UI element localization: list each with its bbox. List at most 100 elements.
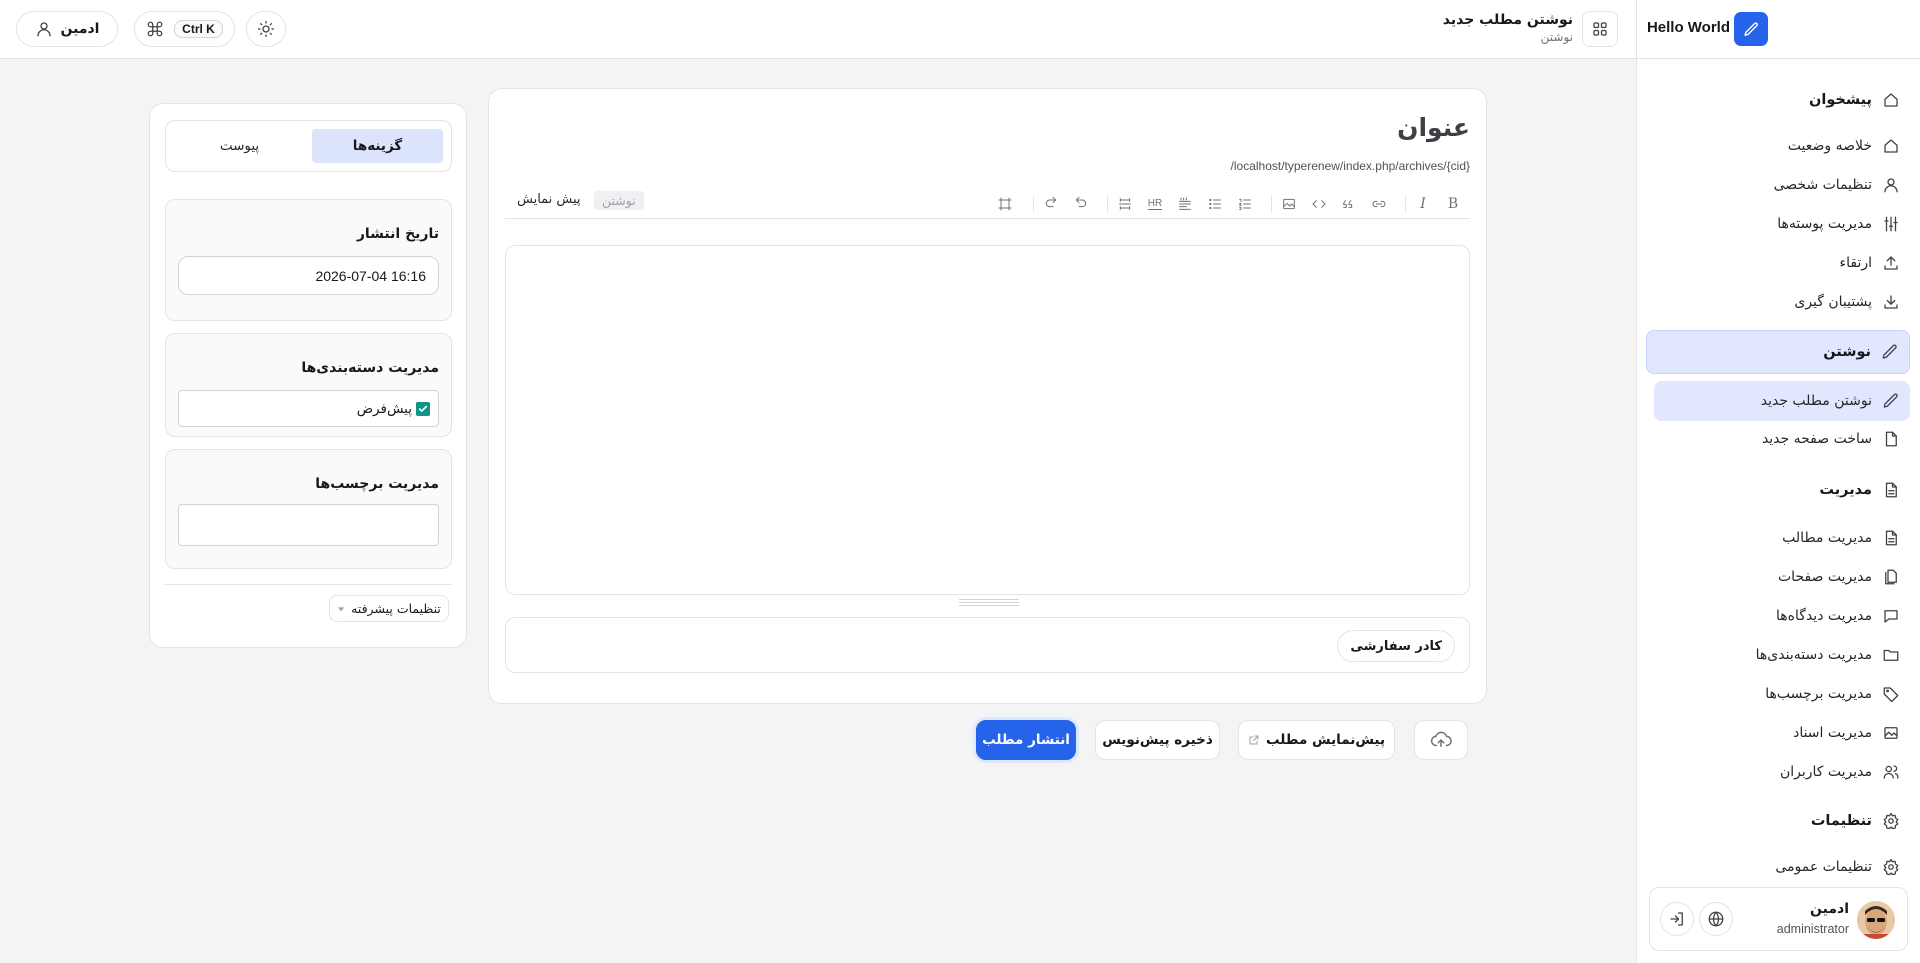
sidebar-item-11-files[interactable]: مدیریت صفحات: [1646, 557, 1910, 597]
tab-options[interactable]: گزینه‌ها: [312, 129, 443, 163]
bold-button[interactable]: B: [1444, 195, 1462, 213]
fullscreen-button[interactable]: [996, 195, 1014, 213]
sidebar-item-7-pen[interactable]: نوشتن مطلب جدید: [1654, 381, 1910, 421]
theme-toggle-button[interactable]: [246, 11, 286, 47]
autosave-button[interactable]: [1414, 720, 1468, 760]
page-title: نوشتن مطلب جدید: [1442, 12, 1573, 28]
sidebar-item-label: مدیریت برچسب‌ها: [1765, 686, 1872, 702]
logout-button[interactable]: [1660, 902, 1694, 936]
sidebar-item-14-tag[interactable]: مدیریت برچسب‌ها: [1646, 674, 1910, 714]
preview-post-button[interactable]: پیش‌نمایش مطلب: [1238, 720, 1395, 760]
user-menu-button[interactable]: ادمین: [16, 11, 118, 47]
sidebar-item-15-image[interactable]: مدیریت اسناد: [1646, 713, 1910, 753]
sidebar-item-3-sliders[interactable]: مدیریت پوسته‌ها: [1646, 204, 1910, 244]
sidebar-item-label: تنظیمات عمومی: [1775, 859, 1872, 875]
user-card: ادمین administrator: [1649, 887, 1908, 951]
more-button[interactable]: [1116, 195, 1134, 213]
category-checkbox[interactable]: [416, 401, 430, 416]
sidebar-item-10-file-text[interactable]: مدیریت مطالب: [1646, 518, 1910, 558]
preview-mode-tab[interactable]: پیش نمایش: [517, 192, 581, 207]
link-button[interactable]: [1370, 195, 1388, 213]
pen-icon: [1882, 344, 1897, 359]
sidebar-item-label: مدیریت کاربران: [1779, 764, 1872, 780]
publish-date-input[interactable]: 2026-07-04 16:16: [178, 256, 439, 295]
title-input[interactable]: عنوان: [1397, 113, 1470, 142]
heading-button[interactable]: [1176, 195, 1194, 213]
unordered-list-button[interactable]: [1206, 195, 1224, 213]
publish-date-label: تاریخ انتشار: [356, 226, 439, 242]
save-draft-button[interactable]: ذخیره پیش‌نویس: [1095, 720, 1220, 760]
sidebar-item-4-upload[interactable]: ارتقاء: [1646, 243, 1910, 283]
code-icon: [1312, 200, 1326, 208]
image-button[interactable]: [1280, 195, 1298, 213]
pen-icon: [1883, 393, 1898, 408]
brand-logo[interactable]: [1734, 12, 1768, 46]
undo-button[interactable]: [1072, 195, 1090, 213]
sidebar-item-13-folder[interactable]: مدیریت دسته‌بندی‌ها: [1646, 635, 1910, 675]
sidebar-item-8-file[interactable]: ساخت صفحه جدید: [1646, 419, 1910, 459]
sidebar-item-label: مدیریت اسناد: [1793, 725, 1872, 741]
upload-icon: [1884, 256, 1898, 270]
publish-button[interactable]: انتشار مطلب: [976, 720, 1076, 760]
tab-attachments[interactable]: پیوست: [174, 129, 305, 163]
ordered-list-button[interactable]: [1236, 195, 1254, 213]
hr-button[interactable]: HR: [1146, 195, 1164, 213]
file-text-icon: [1885, 530, 1897, 546]
publish-date-card: تاریخ انتشار 2026-07-04 16:16: [165, 199, 452, 321]
code-button[interactable]: [1310, 195, 1328, 213]
sidebar-group-0-home[interactable]: پیشخوان: [1646, 80, 1910, 120]
pen-icon: [1743, 21, 1758, 36]
content-textarea[interactable]: [505, 245, 1470, 595]
resize-handle[interactable]: [959, 597, 1019, 606]
sidebar-item-label: مدیریت پوسته‌ها: [1777, 216, 1872, 232]
fullscreen-icon: [998, 197, 1012, 211]
redo-icon: [1045, 196, 1057, 208]
redo-button[interactable]: [1042, 195, 1060, 213]
toolbar-divider: [1271, 196, 1272, 212]
file-icon: [1885, 431, 1897, 447]
undo-icon: [1075, 196, 1087, 208]
advanced-settings-button[interactable]: تنظیمات پیشرفته: [329, 595, 449, 622]
ordered-list-icon: [1239, 198, 1251, 210]
sidebar-item-1-home[interactable]: خلاصه وضعیت: [1646, 126, 1910, 166]
command-search-button[interactable]: Ctrl K: [134, 11, 235, 47]
toolbar-divider: [1405, 196, 1406, 212]
apps-grid-button[interactable]: [1582, 11, 1618, 47]
editor-toolbar: B I HR نوشتن پیش نمایش: [505, 189, 1470, 219]
sidebar-item-12-comment[interactable]: مدیریت دیدگاه‌ها: [1646, 596, 1910, 636]
sliders-icon: [1884, 216, 1898, 232]
sidebar: Hello World پیشخوان خلاصه وضعیت تنظیمات شخ…: [1636, 0, 1920, 963]
language-button[interactable]: [1699, 902, 1733, 936]
quote-button[interactable]: [1340, 195, 1358, 213]
sidebar-item-5-download[interactable]: پشتیبان گیری: [1646, 282, 1910, 322]
sidebar-item-label: مدیریت دسته‌بندی‌ها: [1755, 647, 1872, 663]
shortcut-label: Ctrl K: [174, 20, 223, 38]
tag-icon: [1883, 687, 1899, 703]
sidebar-group-9-file-text[interactable]: مدیریت: [1646, 470, 1910, 510]
sun-icon: [257, 20, 275, 38]
italic-button[interactable]: I: [1414, 195, 1432, 213]
tags-input[interactable]: [178, 504, 439, 546]
sidebar-item-label: نوشتن: [1823, 344, 1871, 360]
permalink: /localhost/typerenew/index.php/archives/…: [1230, 159, 1470, 173]
gear-icon: [1883, 812, 1899, 830]
user-icon: [36, 22, 51, 37]
sidebar-item-18-gear[interactable]: تنظیمات عمومی: [1646, 847, 1910, 877]
heading-icon: [1179, 197, 1191, 210]
sidebar-nav: پیشخوان خلاصه وضعیت تنظیمات شخصی مدیریت پوس…: [1637, 59, 1920, 877]
globe-icon: [1708, 911, 1724, 927]
user-menu-label: ادمین: [60, 21, 100, 37]
quote-icon: [1343, 200, 1353, 208]
categories-card: مدیریت دسته‌بندی‌ها پیش‌فرض: [165, 333, 452, 437]
divider: [165, 584, 452, 585]
home-icon: [1884, 93, 1898, 107]
preview-post-label: پیش‌نمایش مطلب: [1266, 732, 1386, 748]
sidebar-item-2-user[interactable]: تنظیمات شخصی: [1646, 165, 1910, 205]
custom-field-button[interactable]: کادر سفارشی: [1337, 630, 1455, 662]
sidebar-group-17-gear[interactable]: تنظیمات: [1646, 801, 1910, 841]
sidebar-item-16-users[interactable]: مدیریت کاربران: [1646, 752, 1910, 792]
sidebar-item-label: مدیریت: [1819, 482, 1872, 498]
sidebar-group-6-pen[interactable]: نوشتن: [1646, 330, 1910, 374]
file-text-icon: [1885, 482, 1897, 498]
write-mode-tab[interactable]: نوشتن: [594, 191, 644, 210]
